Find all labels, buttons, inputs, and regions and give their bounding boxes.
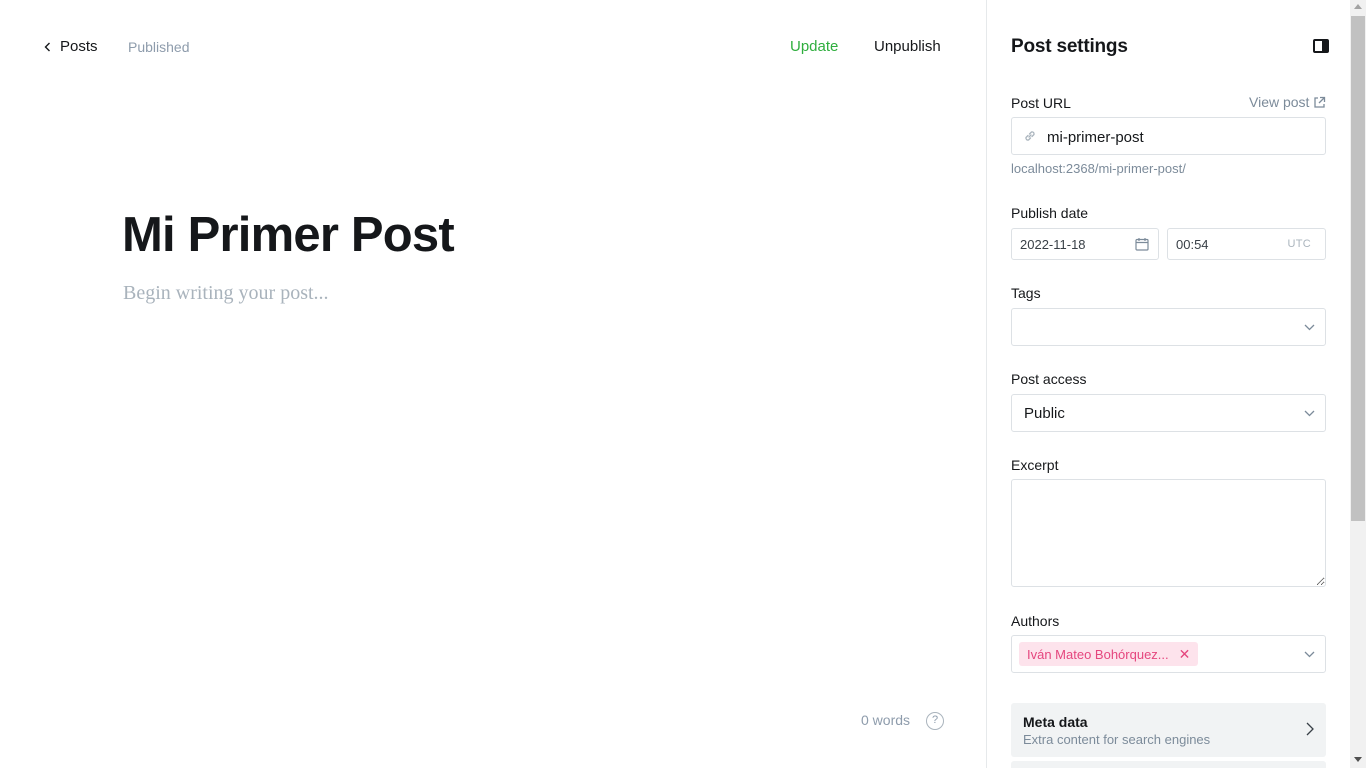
tags-label: Tags — [1011, 285, 1041, 301]
next-settings-card[interactable] — [1011, 761, 1326, 768]
view-post-label: View post — [1249, 94, 1310, 110]
link-icon — [1025, 131, 1035, 141]
author-name: Iván Mateo Bohórquez... — [1027, 646, 1169, 662]
post-access-label: Post access — [1011, 371, 1087, 387]
timezone-label: UTC — [1287, 238, 1311, 250]
chevron-left-icon — [44, 42, 50, 51]
chevron-down-icon — [1304, 651, 1315, 658]
word-count: 0 words — [861, 712, 911, 728]
external-link-icon — [1314, 96, 1326, 108]
remove-author-icon[interactable]: ✕ — [1179, 647, 1191, 661]
publish-date-input[interactable]: 2022-11-18 — [1011, 228, 1159, 260]
post-url-hint: localhost:2368/mi-primer-post/ — [1011, 161, 1186, 176]
publish-time-input[interactable]: 00:54 UTC — [1167, 228, 1326, 260]
back-to-posts-link[interactable]: Posts — [44, 38, 98, 55]
publish-date-value: 2022-11-18 — [1020, 237, 1086, 252]
excerpt-textarea[interactable] — [1011, 479, 1326, 587]
view-post-link[interactable]: View post — [1249, 94, 1326, 110]
chevron-down-icon — [1304, 410, 1315, 417]
post-settings-panel: Post settings Post URL View post localho… — [986, 0, 1350, 768]
panel-title: Post settings — [1011, 36, 1128, 57]
chevron-down-icon — [1304, 324, 1315, 331]
post-url-field — [1011, 117, 1326, 155]
unpublish-button[interactable]: Unpublish — [874, 38, 941, 55]
tags-select[interactable] — [1011, 308, 1326, 346]
post-access-value: Public — [1024, 405, 1065, 422]
meta-data-card[interactable]: Meta data Extra content for search engin… — [1011, 703, 1326, 757]
excerpt-label: Excerpt — [1011, 457, 1059, 473]
authors-label: Authors — [1011, 613, 1060, 629]
publish-time-value: 00:54 — [1176, 237, 1209, 252]
scroll-down-arrow-icon[interactable] — [1354, 757, 1362, 762]
author-chip[interactable]: Iván Mateo Bohórquez... ✕ — [1019, 642, 1199, 666]
post-status: Published — [128, 39, 190, 55]
meta-data-subtitle: Extra content for search engines — [1023, 732, 1211, 747]
meta-data-title: Meta data — [1023, 714, 1088, 730]
post-url-input[interactable] — [1047, 126, 1317, 148]
editor-area: Posts Published Update Unpublish Mi Prim… — [0, 0, 986, 768]
post-body-editor[interactable]: Begin writing your post... — [123, 282, 329, 305]
scrollbar-thumb[interactable] — [1351, 16, 1365, 521]
authors-select[interactable]: Iván Mateo Bohórquez... ✕ — [1011, 635, 1326, 673]
publish-date-label: Publish date — [1011, 205, 1089, 221]
editor-topbar: Posts Published Update Unpublish — [0, 0, 986, 94]
post-title[interactable]: Mi Primer Post — [122, 205, 455, 265]
scroll-up-arrow-icon[interactable] — [1354, 4, 1362, 9]
update-button[interactable]: Update — [790, 38, 838, 55]
back-label: Posts — [60, 38, 98, 55]
calendar-icon[interactable] — [1135, 237, 1149, 251]
sidebar-toggle-icon[interactable] — [1313, 39, 1329, 53]
question-circle-icon[interactable]: ? — [926, 712, 944, 730]
chevron-right-icon — [1306, 722, 1314, 736]
post-access-select[interactable]: Public — [1011, 394, 1326, 432]
post-url-label: Post URL — [1011, 95, 1071, 111]
